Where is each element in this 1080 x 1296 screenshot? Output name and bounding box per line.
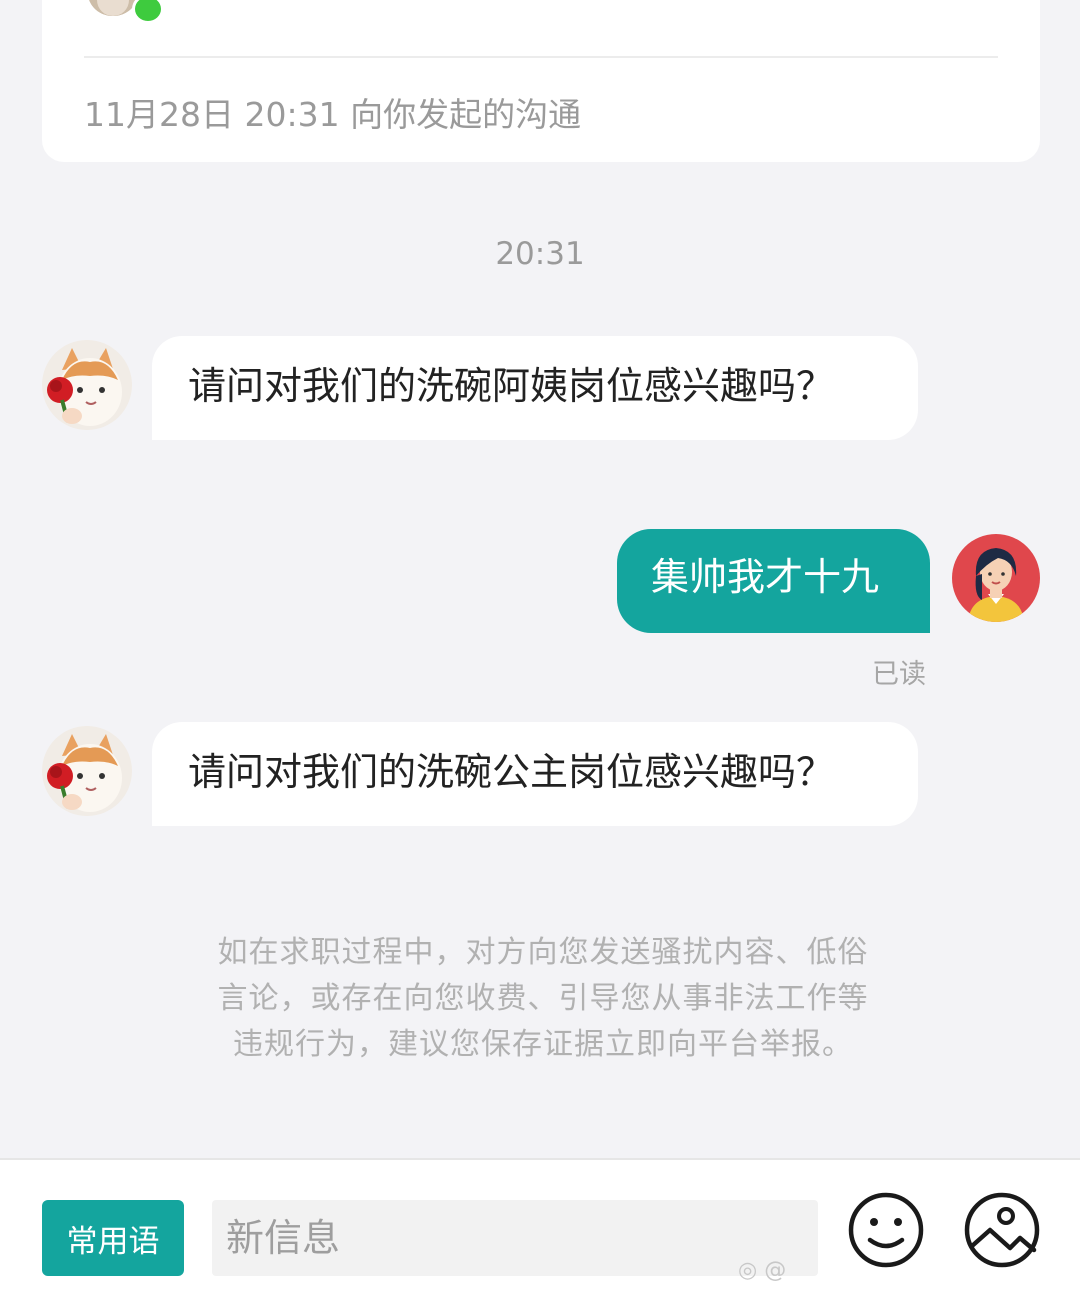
read-receipt: 已读: [872, 659, 926, 690]
safety-notice: 如在求职过程中，对方向您发送骚扰内容、低俗言论，或存在向您收费、引导您从事非法工…: [217, 935, 869, 1062]
card-divider: [84, 56, 998, 58]
watermark: ◎ @: [738, 1258, 787, 1283]
cat-with-rose-icon: [42, 340, 132, 430]
message-text: 请问对我们的洗碗公主岗位感兴趣吗？: [188, 750, 835, 794]
my-avatar[interactable]: [952, 534, 1040, 622]
recruiter-avatar[interactable]: [42, 726, 132, 816]
woman-avatar-icon: [952, 534, 1040, 622]
recruiter-avatar[interactable]: [42, 340, 132, 430]
weibo-logo-icon: ◎: [738, 1258, 758, 1283]
image-icon[interactable]: [962, 1190, 1042, 1270]
message-bubble[interactable]: 请问对我们的洗碗阿姨岗位感兴趣吗？: [152, 336, 918, 440]
message-input[interactable]: [212, 1200, 818, 1276]
smiley-face-icon[interactable]: [846, 1190, 926, 1270]
chat-timestamp: 20:31: [495, 236, 585, 272]
conversation-info-card: [42, 0, 1040, 162]
cat-with-rose-icon: [42, 726, 132, 816]
common-phrases-button[interactable]: 常用语: [42, 1200, 184, 1276]
message-text: 集帅我才十九: [651, 555, 880, 599]
message-text: 请问对我们的洗碗阿姨岗位感兴趣吗？: [188, 364, 835, 408]
conversation-start-note: 11月28日 20:31 向你发起的沟通: [84, 95, 582, 134]
my-message-bubble[interactable]: 集帅我才十九: [617, 529, 930, 633]
message-bubble[interactable]: 请问对我们的洗碗公主岗位感兴趣吗？: [152, 722, 918, 826]
